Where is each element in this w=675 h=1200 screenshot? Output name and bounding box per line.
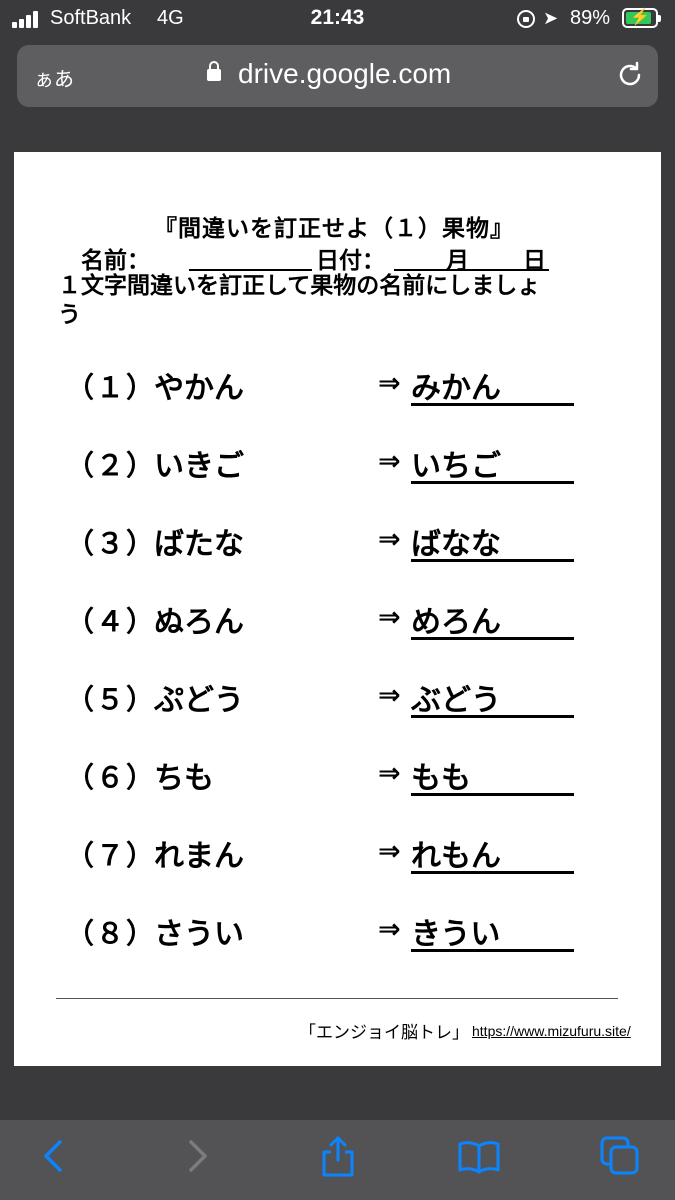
question-row: （５） ぷどう ⇒ ぶどう	[14, 678, 661, 756]
question-row: （７） れまん ⇒ れもん	[14, 834, 661, 912]
bookmarks-icon[interactable]	[457, 1134, 501, 1178]
footer-link[interactable]: https://www.mizufuru.site/	[472, 1023, 631, 1039]
name-label: 名前：	[81, 248, 150, 274]
footer-divider	[56, 998, 618, 999]
worksheet-title: 『間違いを訂正せよ（１）果物』	[154, 216, 514, 242]
date-label: 日付：	[316, 248, 385, 274]
question-word: いきご	[154, 449, 244, 484]
question-row: （６） ちも ⇒ もも	[14, 756, 661, 834]
phone-screen: SoftBank 4G 21:43 ➤ 89% ⚡ ぁあ drive.googl…	[0, 0, 675, 1200]
arrow-icon: ⇒	[378, 446, 401, 477]
answer-line	[411, 871, 574, 874]
question-row: （８） さうい ⇒ きうい	[14, 912, 661, 990]
arrow-icon: ⇒	[378, 758, 401, 789]
answer-text: みかん	[411, 371, 501, 406]
answer-line	[411, 403, 574, 406]
arrow-icon: ⇒	[378, 680, 401, 711]
question-word: ぷどう	[154, 683, 244, 718]
arrow-icon: ⇒	[378, 368, 401, 399]
share-icon[interactable]	[316, 1134, 360, 1178]
answer-line	[411, 793, 574, 796]
question-list: （１） やかん ⇒ みかん （２） いきご ⇒ いちご （３） ばたな ⇒ ばな…	[14, 366, 661, 990]
answer-text: ばなな	[411, 527, 501, 562]
answer-line	[411, 637, 574, 640]
reload-icon[interactable]	[614, 59, 646, 91]
location-icon: ➤	[543, 8, 559, 28]
arrow-icon: ⇒	[378, 602, 401, 633]
status-bar: SoftBank 4G 21:43 ➤ 89% ⚡	[0, 0, 675, 40]
day-label: 日	[523, 248, 546, 274]
answer-line	[411, 481, 574, 484]
tabs-icon[interactable]	[598, 1134, 642, 1178]
battery-percent: 89%	[570, 7, 611, 29]
question-number: （４）	[66, 605, 157, 638]
footer-brand: 「エンジョイ脳トレ」	[299, 1023, 469, 1043]
answer-text: ぶどう	[411, 683, 501, 718]
arrow-icon: ⇒	[378, 914, 401, 945]
question-number: （８）	[66, 917, 157, 950]
lock-rotation-icon	[517, 10, 535, 28]
answer-text: もも	[411, 761, 471, 796]
question-number: （１）	[66, 371, 157, 404]
question-word: ぬろん	[154, 605, 244, 640]
answer-line	[411, 715, 574, 718]
answer-text: いちご	[411, 449, 501, 484]
question-number: （３）	[66, 527, 157, 560]
battery-charging-icon: ⚡	[622, 8, 661, 28]
question-number: （６）	[66, 761, 157, 794]
question-word: さうい	[154, 917, 244, 952]
arrow-icon: ⇒	[378, 836, 401, 867]
question-number: （５）	[66, 683, 157, 716]
arrow-icon: ⇒	[378, 524, 401, 555]
question-word: ばたな	[154, 527, 244, 562]
browser-toolbar	[0, 1120, 675, 1200]
instructions-text: １文字間違いを訂正して果物の名前にしましょう	[58, 273, 541, 328]
url-text[interactable]: drive.google.com	[238, 58, 451, 90]
name-blank-line	[189, 269, 312, 271]
forward-icon[interactable]	[175, 1134, 219, 1178]
question-row: （１） やかん ⇒ みかん	[14, 366, 661, 444]
answer-line	[411, 559, 574, 562]
question-word: ちも	[154, 761, 214, 796]
question-row: （２） いきご ⇒ いちご	[14, 444, 661, 522]
question-word: やかん	[154, 371, 244, 406]
address-bar[interactable]: ぁあ drive.google.com	[17, 45, 658, 107]
question-number: （７）	[66, 839, 157, 872]
document-page: 『間違いを訂正せよ（１）果物』 名前： 日付： 月 日 １文字間違いを訂正して果…	[14, 152, 661, 1066]
answer-line	[411, 949, 574, 952]
answer-text: きうい	[411, 917, 501, 952]
bolt-icon: ⚡	[630, 9, 650, 26]
question-number: （２）	[66, 449, 157, 482]
answer-text: めろん	[411, 605, 501, 640]
month-label: 月	[446, 248, 469, 274]
padlock-icon	[207, 61, 221, 81]
question-word: れまん	[154, 839, 244, 874]
question-row: （４） ぬろん ⇒ めろん	[14, 600, 661, 678]
back-icon[interactable]	[32, 1134, 76, 1178]
text-size-button[interactable]: ぁあ	[34, 63, 74, 92]
answer-text: れもん	[411, 839, 501, 874]
question-row: （３） ばたな ⇒ ばなな	[14, 522, 661, 600]
